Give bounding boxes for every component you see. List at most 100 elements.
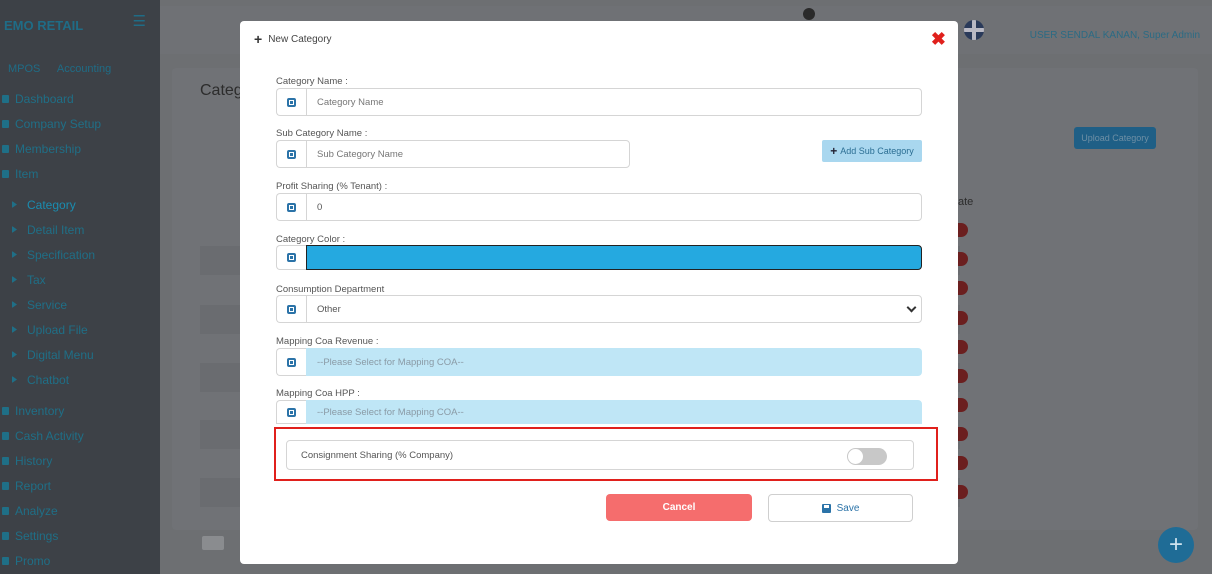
- category-color-label: Category Color :: [276, 234, 346, 245]
- sidebar-item-company-setup[interactable]: Company Setup: [0, 111, 160, 136]
- add-fab-button[interactable]: +: [1158, 527, 1194, 563]
- page-title: Categ: [200, 82, 243, 99]
- consumption-department-value: Other: [317, 303, 341, 315]
- cart-icon: [2, 169, 9, 178]
- chevron-down-icon: [906, 302, 917, 312]
- sidebar-item-inventory[interactable]: Inventory: [0, 398, 160, 423]
- upload-category-button[interactable]: Upload Category: [1074, 127, 1156, 149]
- profit-sharing-label: Profit Sharing (% Tenant) :: [276, 181, 388, 192]
- dashboard-icon: [2, 94, 9, 103]
- plus-icon: +: [830, 144, 838, 158]
- field-addon-icon: [276, 140, 306, 168]
- profit-sharing-input[interactable]: 0: [306, 193, 922, 221]
- sidebar-item-analyze[interactable]: Analyze: [0, 498, 160, 523]
- sidebar-item-item[interactable]: Item: [0, 161, 160, 186]
- tab-accounting[interactable]: Accounting: [57, 63, 111, 75]
- modal-title: New Category: [268, 33, 332, 45]
- sidebar-item-dashboard[interactable]: Dashboard: [0, 86, 160, 111]
- mapping-coa-hpp-select[interactable]: --Please Select for Mapping COA--: [306, 400, 922, 424]
- sub-category-name-group: Sub Category Name: [276, 140, 630, 168]
- chevron-right-icon: [12, 326, 17, 333]
- profit-sharing-group: 0: [276, 193, 922, 221]
- tab-mpos[interactable]: MPOS: [8, 63, 40, 75]
- sidebar-item-cash-activity[interactable]: Cash Activity: [0, 423, 160, 448]
- sidebar-item-report[interactable]: Report: [0, 473, 160, 498]
- gear-icon: [2, 531, 9, 540]
- chevron-right-icon: [12, 201, 17, 208]
- chevron-right-icon: [12, 301, 17, 308]
- sidebar-item-upload-file[interactable]: Upload File: [0, 317, 160, 342]
- hamburger-menu-icon[interactable]: ☰: [133, 12, 146, 30]
- chevron-right-icon: [12, 351, 17, 358]
- field-addon-icon: [276, 400, 306, 424]
- category-color-group: [276, 245, 922, 270]
- sidebar-item-tax[interactable]: Tax: [0, 267, 160, 292]
- floppy-disk-icon: [821, 503, 831, 513]
- company-icon: [2, 119, 9, 128]
- inventory-icon: [2, 406, 9, 415]
- sidebar-item-category[interactable]: Category: [0, 192, 160, 217]
- table-column-header: ate: [958, 196, 974, 208]
- category-color-picker[interactable]: [306, 245, 922, 270]
- save-button-label: Save: [836, 502, 860, 514]
- consumption-department-select[interactable]: Other: [306, 295, 922, 323]
- consumption-department-group: Other: [276, 295, 922, 323]
- brand-name: EMO RETAIL: [4, 17, 84, 33]
- sidebar: EMO RETAIL ☰ MPOS Accounting Dashboard C…: [0, 0, 160, 574]
- consumption-department-label: Consumption Department: [276, 284, 385, 295]
- sidebar-item-chatbot[interactable]: Chatbot: [0, 367, 160, 392]
- analyze-icon: [2, 506, 9, 515]
- chevron-right-icon: [12, 376, 17, 383]
- language-flag-icon[interactable]: [964, 20, 984, 40]
- category-name-group: Category Name: [276, 88, 922, 116]
- mapping-coa-revenue-label: Mapping Coa Revenue :: [276, 336, 379, 347]
- toggle-knob: [848, 449, 863, 464]
- field-addon-icon: [276, 88, 306, 116]
- sidebar-item-service[interactable]: Service: [0, 292, 160, 317]
- sidebar-item-history[interactable]: History: [0, 448, 160, 473]
- mapping-coa-revenue-group: --Please Select for Mapping COA--: [276, 348, 922, 376]
- category-name-label: Category Name :: [276, 76, 348, 87]
- sidebar-item-settings[interactable]: Settings: [0, 523, 160, 548]
- new-category-modal: + New Category ✖ Category Name : Categor…: [240, 21, 958, 564]
- mapping-coa-revenue-select[interactable]: --Please Select for Mapping COA--: [306, 348, 922, 376]
- chevron-right-icon: [12, 276, 17, 283]
- plus-icon: +: [254, 31, 263, 47]
- sub-category-name-label: Sub Category Name :: [276, 128, 368, 139]
- mapping-coa-hpp-group: --Please Select for Mapping COA--: [276, 400, 922, 424]
- membership-icon: [2, 144, 9, 153]
- modal-header: + New Category: [254, 31, 332, 47]
- add-sub-category-label: Add Sub Category: [840, 146, 914, 156]
- report-icon: [2, 481, 9, 490]
- add-sub-category-button[interactable]: + Add Sub Category: [822, 140, 922, 162]
- close-icon[interactable]: ✖: [931, 29, 946, 50]
- sidebar-item-specification[interactable]: Specification: [0, 242, 160, 267]
- pagination-prev-button[interactable]: [202, 536, 224, 550]
- category-name-input[interactable]: Category Name: [306, 88, 922, 116]
- avatar[interactable]: [803, 8, 815, 20]
- sidebar-item-detail-item[interactable]: Detail Item: [0, 217, 160, 242]
- cancel-button[interactable]: Cancel: [606, 494, 752, 521]
- sub-category-name-input[interactable]: Sub Category Name: [306, 140, 630, 168]
- field-addon-icon: [276, 348, 306, 376]
- dollar-icon: [2, 431, 9, 440]
- top-tabs: MPOS Accounting: [8, 63, 125, 75]
- field-addon-icon: [276, 295, 306, 323]
- sidebar-nav: Dashboard Company Setup Membership Item …: [0, 86, 160, 573]
- sidebar-item-membership[interactable]: Membership: [0, 136, 160, 161]
- save-button[interactable]: Save: [768, 494, 913, 522]
- user-name[interactable]: USER SENDAL KANAN, Super Admin: [1030, 30, 1200, 41]
- history-icon: [2, 456, 9, 465]
- sidebar-item-digital-menu[interactable]: Digital Menu: [0, 342, 160, 367]
- promo-icon: [2, 556, 9, 565]
- field-addon-icon: [276, 245, 306, 270]
- cancel-button-label: Cancel: [662, 502, 696, 513]
- chevron-right-icon: [12, 226, 17, 233]
- consignment-sharing-toggle[interactable]: [847, 448, 887, 465]
- consignment-sharing-row: Consignment Sharing (% Company): [286, 440, 914, 470]
- consignment-sharing-label: Consignment Sharing (% Company): [301, 449, 454, 461]
- mapping-coa-hpp-label: Mapping Coa HPP :: [276, 388, 360, 399]
- field-addon-icon: [276, 193, 306, 221]
- chevron-right-icon: [12, 251, 17, 258]
- sidebar-item-promo[interactable]: Promo: [0, 548, 160, 573]
